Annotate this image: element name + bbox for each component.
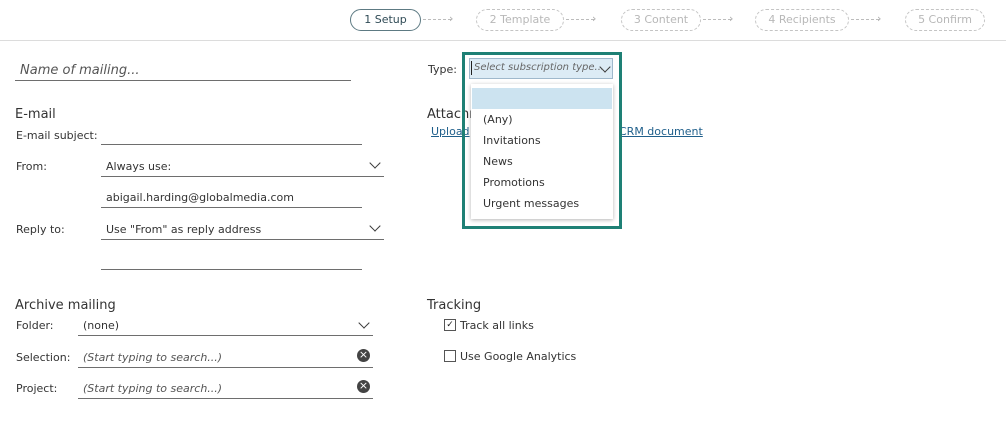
- menu-item-urgent-messages[interactable]: Urgent messages: [483, 197, 579, 210]
- project-search-input[interactable]: (Start typing to search...) ×: [78, 377, 373, 399]
- selection-search-input[interactable]: (Start typing to search...) ×: [78, 346, 373, 368]
- email-section-title: E-mail: [15, 107, 56, 122]
- from-address-input[interactable]: abigail.harding@globalmedia.com: [106, 191, 294, 204]
- project-label: Project:: [16, 382, 58, 395]
- step-confirm[interactable]: 5 Confirm: [905, 9, 985, 31]
- step-connector: [423, 19, 451, 20]
- email-subject-label: E-mail subject:: [16, 129, 98, 142]
- clear-icon[interactable]: ×: [357, 349, 370, 362]
- chevron-right-icon: ›: [729, 12, 734, 25]
- menu-item-promotions[interactable]: Promotions: [483, 176, 545, 189]
- menu-item-empty[interactable]: [472, 88, 612, 109]
- field-underline: [101, 239, 384, 240]
- menu-item-invitations[interactable]: Invitations: [483, 134, 541, 147]
- reply-to-label: Reply to:: [16, 223, 65, 236]
- folder-label: Folder:: [16, 319, 54, 332]
- chevron-down-icon: [369, 220, 381, 232]
- google-analytics-label: Use Google Analytics: [460, 350, 577, 363]
- step-recipients[interactable]: 4 Recipients: [755, 9, 849, 31]
- wizard-step-bar: 1 Setup › 2 Template › 3 Content › 4 Rec…: [0, 0, 1006, 41]
- selection-placeholder: (Start typing to search...): [83, 351, 223, 364]
- step-connector: [851, 19, 879, 20]
- archive-section-title: Archive mailing: [15, 298, 116, 313]
- email-subject-input[interactable]: [101, 144, 362, 145]
- project-placeholder: (Start typing to search...): [83, 382, 223, 395]
- step-template[interactable]: 2 Template: [476, 9, 564, 31]
- google-analytics-checkbox[interactable]: [444, 350, 456, 362]
- clear-icon[interactable]: ×: [357, 380, 370, 393]
- chevron-right-icon: ›: [449, 12, 454, 25]
- reply-to-address-input[interactable]: [101, 269, 362, 270]
- from-select[interactable]: Always use:: [101, 155, 384, 177]
- step-connector: [566, 19, 594, 20]
- field-underline: [78, 367, 373, 368]
- reply-to-select[interactable]: Use "From" as reply address: [101, 218, 384, 240]
- folder-select-value: (none): [83, 319, 120, 332]
- folder-select[interactable]: (none): [78, 314, 373, 336]
- track-links-checkbox[interactable]: ✓: [444, 319, 456, 331]
- chevron-right-icon: ›: [877, 12, 882, 25]
- subscription-type-menu: (Any) Invitations News Promotions Urgent…: [471, 84, 613, 219]
- chevron-down-icon: [358, 317, 370, 329]
- menu-item-any[interactable]: (Any): [483, 113, 513, 126]
- mailing-name-input[interactable]: Name of mailing...: [15, 60, 351, 81]
- menu-item-news[interactable]: News: [483, 155, 513, 168]
- field-underline: [101, 176, 384, 177]
- selection-label: Selection:: [16, 351, 71, 364]
- text-cursor: [471, 61, 472, 75]
- crm-document-link[interactable]: CRM document: [619, 125, 703, 138]
- track-links-label: Track all links: [460, 319, 534, 332]
- step-connector: [703, 19, 731, 20]
- field-underline: [101, 207, 362, 208]
- from-label: From:: [16, 160, 47, 173]
- step-setup[interactable]: 1 Setup: [350, 9, 421, 31]
- from-select-value: Always use:: [106, 160, 172, 173]
- chevron-down-icon: [369, 157, 381, 169]
- mailing-name-placeholder: Name of mailing...: [20, 63, 140, 78]
- tracking-section-title: Tracking: [427, 298, 482, 313]
- reply-to-select-value: Use "From" as reply address: [106, 223, 262, 236]
- subscription-type-placeholder: Select subscription type...: [474, 62, 605, 73]
- type-label: Type:: [428, 63, 457, 76]
- step-content[interactable]: 3 Content: [621, 9, 701, 31]
- field-underline: [15, 80, 351, 81]
- field-underline: [78, 335, 373, 336]
- field-underline: [78, 398, 373, 399]
- chevron-right-icon: ›: [592, 12, 597, 25]
